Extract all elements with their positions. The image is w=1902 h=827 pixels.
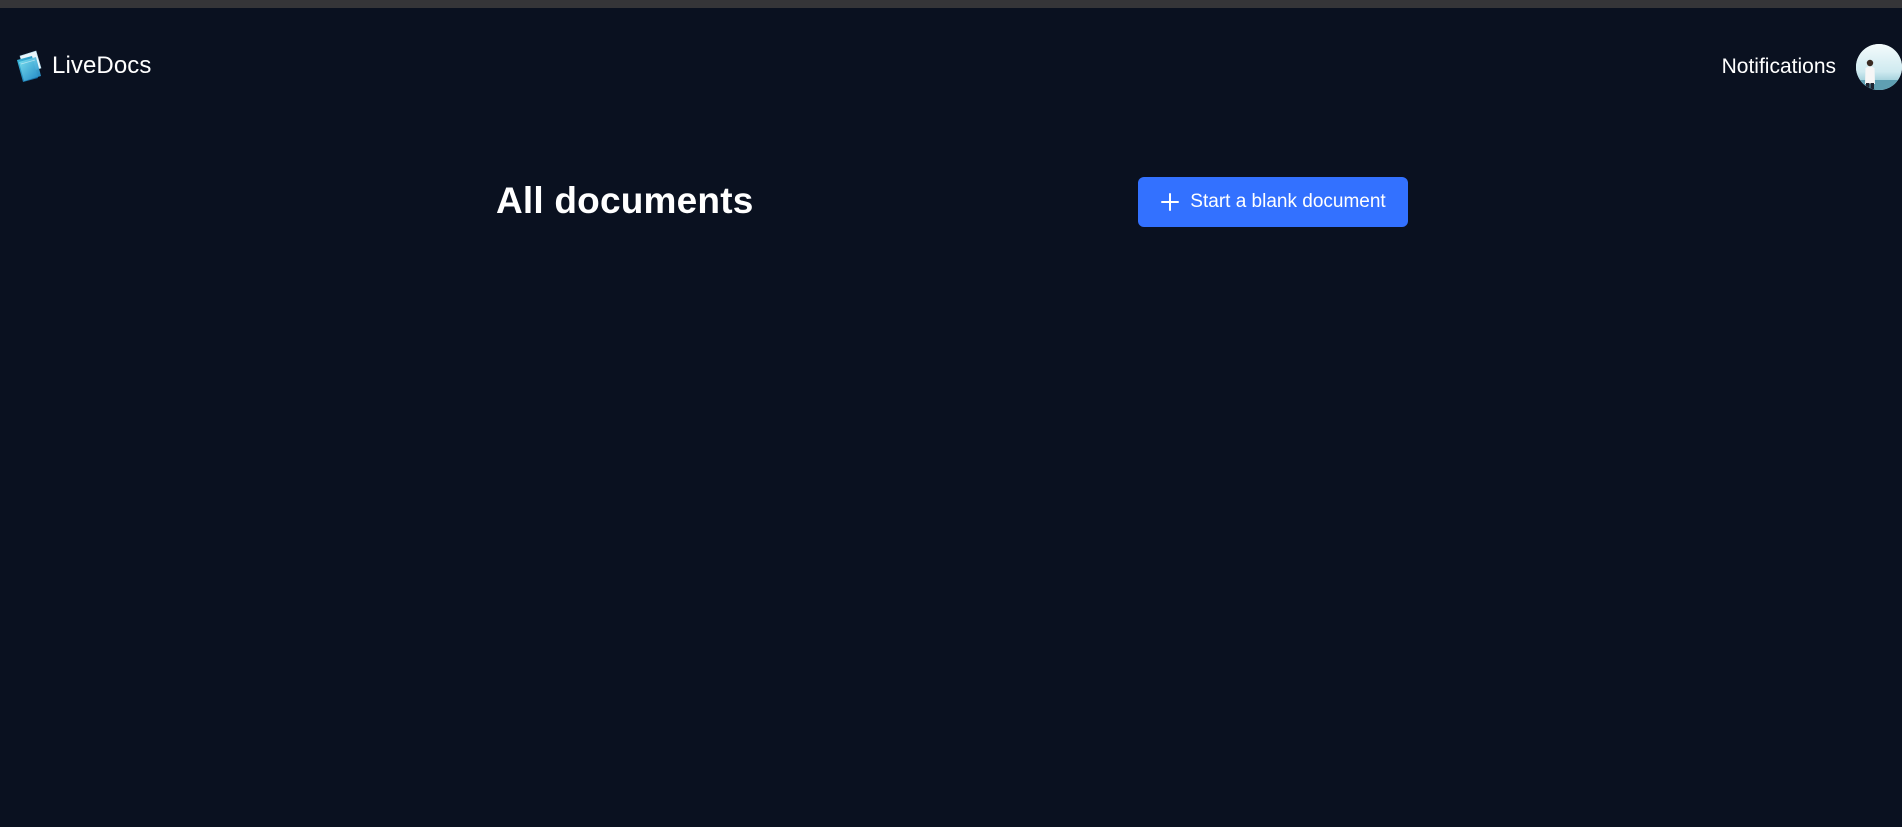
page-title: All documents (496, 180, 754, 221)
browser-chrome-strip (0, 0, 1902, 8)
plus-icon (1161, 193, 1180, 211)
start-blank-document-label: Start a blank document (1190, 191, 1386, 212)
top-nav: LiveDocs Notifications (0, 8, 1902, 126)
app-name: LiveDocs (52, 52, 152, 79)
documents-header: All documents Start a blank document (496, 177, 1408, 227)
start-blank-document-button[interactable]: Start a blank document (1138, 177, 1408, 227)
notifications-link[interactable]: Notifications (1722, 55, 1836, 79)
folder-docs-icon (17, 50, 42, 82)
brand-link[interactable]: LiveDocs (14, 48, 152, 84)
user-avatar[interactable] (1856, 44, 1902, 90)
header-actions: Notifications (1722, 44, 1902, 90)
